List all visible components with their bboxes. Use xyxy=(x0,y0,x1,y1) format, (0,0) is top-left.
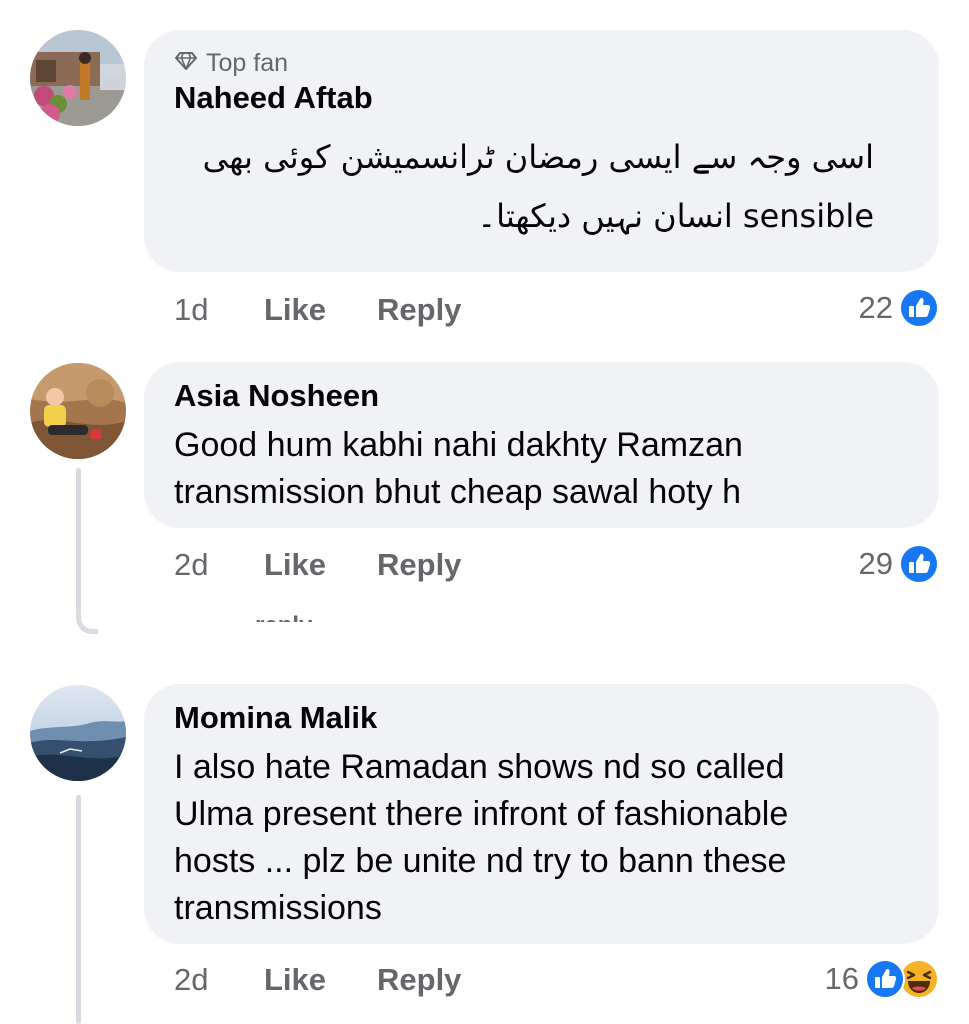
comment-author[interactable]: Momina Malik xyxy=(174,700,377,736)
comment-line: Good hum kabhi nahi dakhty Ramzan xyxy=(174,426,743,464)
comment-line: I also hate Ramadan shows nd so called xyxy=(174,748,785,786)
comment-text: Good hum kabhi nahi dakhty Ramzan transm… xyxy=(174,422,743,516)
like-button[interactable]: Like xyxy=(264,547,377,583)
reaction-count: 29 xyxy=(858,546,893,581)
avatar-photo xyxy=(30,30,126,126)
diamond-icon xyxy=(174,49,198,78)
avatar-photo xyxy=(30,685,126,781)
reaction-summary[interactable]: 29 xyxy=(859,544,939,584)
reaction-count: 22 xyxy=(858,290,893,325)
avatar[interactable] xyxy=(30,30,126,126)
like-reaction-icon xyxy=(899,544,939,584)
like-reaction-icon xyxy=(899,288,939,328)
comment-bubble: Top fan Naheed Aftab اسی وجہ سے ایسی رمض… xyxy=(144,30,939,272)
comment-bubble: Momina Malik I also hate Ramadan shows n… xyxy=(144,684,939,944)
avatar[interactable] xyxy=(30,685,126,781)
like-button[interactable]: Like xyxy=(264,962,377,998)
comment-actions: 2d Like Reply xyxy=(174,960,461,1000)
comment-text: اسی وجہ سے ایسی رمضان ٹرانسمیشن کوئی بھی… xyxy=(174,134,874,240)
avatar-photo xyxy=(30,363,126,459)
haha-reaction-icon xyxy=(899,959,939,999)
thread-connector xyxy=(76,612,98,634)
comment-line: transmissions xyxy=(174,889,382,927)
comment-author[interactable]: Naheed Aftab xyxy=(174,80,373,116)
comment-actions: 2d Like Reply xyxy=(174,545,461,585)
comment-author[interactable]: Asia Nosheen xyxy=(174,378,379,414)
reaction-summary[interactable]: 16 xyxy=(825,959,939,999)
like-button[interactable]: Like xyxy=(264,292,377,328)
comment-line: transmission bhut cheap sawal hoty h xyxy=(174,473,741,511)
reply-button[interactable]: Reply xyxy=(377,292,461,328)
reply-button[interactable]: Reply xyxy=(377,962,461,998)
comment-line: اسی وجہ سے ایسی رمضان ٹرانسمیشن کوئی بھی xyxy=(202,138,874,176)
badge-label: Top fan xyxy=(206,48,289,77)
comment-line: sensible انسان نہیں دیکھتا۔ xyxy=(477,197,874,235)
reply-button[interactable]: Reply xyxy=(377,547,461,583)
partial-reply-label: reply xyxy=(255,606,325,622)
thread-line xyxy=(76,795,81,1024)
comment-bubble: Asia Nosheen Good hum kabhi nahi dakhty … xyxy=(144,362,939,528)
comment-line: Ulma present there infront of fashionabl… xyxy=(174,795,789,833)
comment-time[interactable]: 2d xyxy=(174,547,264,583)
comment-time[interactable]: 2d xyxy=(174,962,264,998)
avatar[interactable] xyxy=(30,363,126,459)
reaction-count: 16 xyxy=(824,961,859,996)
thread-line xyxy=(76,468,81,613)
like-reaction-icon xyxy=(865,959,905,999)
comment-text: I also hate Ramadan shows nd so called U… xyxy=(174,744,788,932)
comment-line: hosts ... plz be unite nd try to bann th… xyxy=(174,842,787,880)
comment-actions: 1d Like Reply xyxy=(174,290,461,330)
top-fan-badge: Top fan xyxy=(174,48,288,78)
reaction-summary[interactable]: 22 xyxy=(859,288,939,328)
comment-time[interactable]: 1d xyxy=(174,292,264,328)
